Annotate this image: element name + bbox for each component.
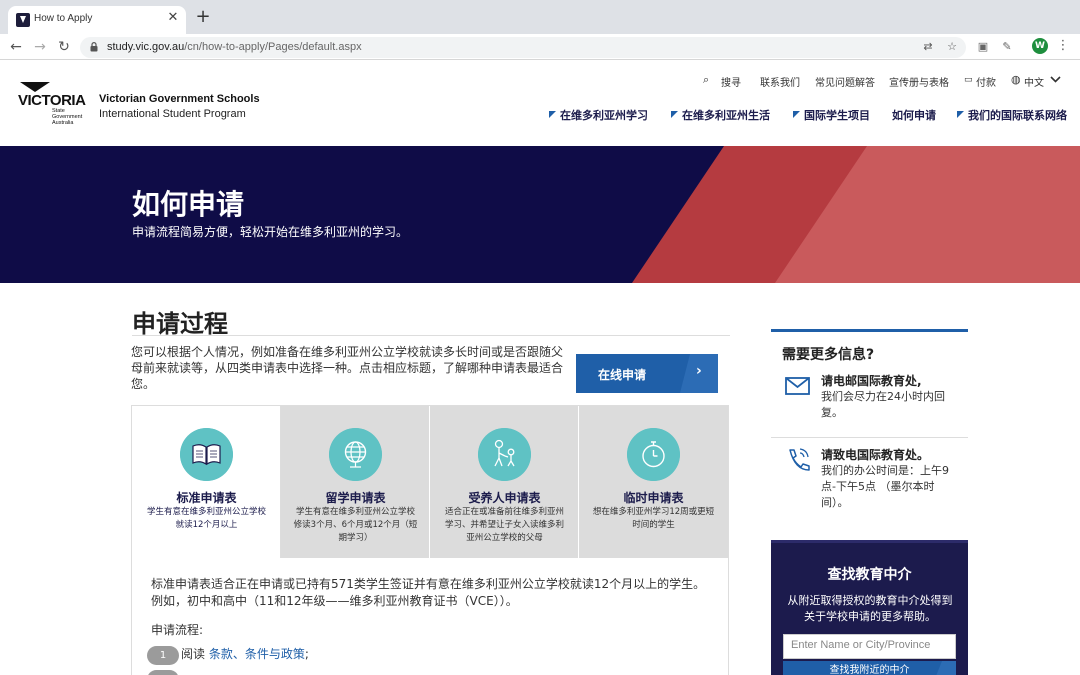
- more-info-box: 需要更多信息? 请电邮国际教育处, 我们会尽力在24小时内回复。 请致电国际教育…: [771, 329, 968, 525]
- tab-study-abroad-form[interactable]: 留学申请表 学生有意在维多利亚州公立学校修读3个月、6个月或12个月（短期学习）: [281, 406, 430, 558]
- forward-arrow-icon[interactable]: →: [30, 37, 50, 57]
- page-subtitle: 申请流程简易方便，轻松开始在维多利亚州的学习。: [132, 225, 409, 239]
- stopwatch-icon: [627, 428, 680, 481]
- card-icon: ▭: [964, 75, 973, 85]
- chevron-right-icon: ›: [680, 354, 718, 393]
- language-selector[interactable]: 中文: [1024, 74, 1044, 89]
- url-text: study.vic.gov.au/cn/how-to-apply/Pages/d…: [107, 41, 362, 53]
- nav-study-in-victoria[interactable]: 在维多利亚州学习: [560, 107, 648, 123]
- util-link-faq[interactable]: 常见问题解答: [815, 74, 875, 89]
- tab-title: How to Apply: [34, 13, 93, 24]
- tab-dependant-form[interactable]: 受养人申请表 适合正在或准备前往维多利亚州学习、并希望让子女入读维多利亚州公立学…: [430, 406, 579, 558]
- util-link-brochures[interactable]: 宣传册与表格: [889, 74, 949, 89]
- util-link-contact[interactable]: 联系我们: [760, 74, 800, 89]
- browser-tabstrip: How to Apply ✕ +: [0, 0, 1080, 34]
- terms-conditions-link[interactable]: 条款、条件与政策: [209, 647, 305, 661]
- divider: [771, 437, 968, 438]
- envelope-icon: [785, 377, 810, 395]
- tab-standard-form[interactable]: 标准申请表 学生有意在维多利亚州公立学校就读12个月以上: [132, 406, 281, 558]
- application-form-tabs: 标准申请表 学生有意在维多利亚州公立学校就读12个月以上 留学申请表 学生有意在…: [131, 405, 729, 558]
- site-header: VICTORIA State Government Australia Victor…: [0, 60, 1080, 146]
- nav-live-in-victoria[interactable]: 在维多利亚州生活: [682, 107, 770, 123]
- hero-banner: 如何申请 申请流程简易方便，轻松开始在维多利亚州的学习。: [0, 146, 1080, 283]
- nav-international-programs[interactable]: 国际学生项目: [804, 107, 870, 123]
- site-favicon-icon: [16, 13, 30, 27]
- globe-language-icon: ◍: [1011, 73, 1021, 86]
- step-number-badge: [147, 670, 179, 675]
- find-agent-text: 从附近取得授权的教育中介处得到关于学校申请的更多帮助。: [787, 594, 953, 623]
- section-divider: [132, 335, 730, 336]
- step-number-badge: 1: [147, 646, 179, 665]
- find-agent-title: 查找教育中介: [827, 567, 912, 583]
- more-info-title: 需要更多信息?: [782, 347, 875, 363]
- brand-subtitle[interactable]: International Student Program: [99, 108, 246, 120]
- close-tab-icon[interactable]: ✕: [166, 11, 180, 25]
- lock-icon: [90, 42, 98, 52]
- profile-avatar[interactable]: W: [1032, 38, 1048, 54]
- reload-icon[interactable]: ↻: [54, 37, 74, 57]
- browser-tab[interactable]: How to Apply ✕: [8, 6, 186, 34]
- nav-flag-icon: [549, 111, 556, 118]
- eyedropper-extension-icon[interactable]: ✎: [999, 39, 1015, 55]
- util-link-payment[interactable]: 付款: [976, 74, 996, 89]
- find-agent-box: 查找教育中介 从附近取得授权的教育中介处得到关于学校申请的更多帮助。 Enter…: [771, 540, 968, 675]
- nav-international-network[interactable]: 我们的国际联系网络: [968, 107, 1067, 123]
- find-agent-button[interactable]: 查找我附近的中介: [783, 661, 956, 675]
- nav-flag-icon: [793, 111, 800, 118]
- brand-title[interactable]: Victorian Government Schools: [99, 93, 260, 105]
- phone-icon: [789, 448, 810, 471]
- section-title: 申请过程: [132, 310, 228, 338]
- agent-search-input[interactable]: Enter Name or City/Province: [783, 634, 956, 659]
- back-arrow-icon[interactable]: ←: [6, 37, 26, 57]
- address-bar[interactable]: study.vic.gov.au/cn/how-to-apply/Pages/d…: [80, 37, 966, 58]
- nav-flag-icon: [957, 111, 964, 118]
- util-link-search[interactable]: 搜寻: [721, 74, 741, 89]
- image-extension-icon[interactable]: ▣: [975, 39, 991, 55]
- tab-temporary-form[interactable]: 临时申请表 想在维多利亚州学习12周或更短时间的学生: [579, 406, 728, 558]
- new-tab-icon[interactable]: +: [194, 8, 212, 26]
- search-icon[interactable]: ⌕: [703, 73, 709, 87]
- browser-toolbar: ← → ↻ study.vic.gov.au/cn/how-to-apply/P…: [0, 34, 1080, 60]
- book-icon: [180, 428, 233, 481]
- star-bookmark-icon[interactable]: ☆: [944, 39, 960, 55]
- parent-child-icon: [478, 428, 531, 481]
- nav-flag-icon: [671, 111, 678, 118]
- chevron-right-icon: [934, 661, 956, 675]
- browser-menu-icon[interactable]: ⋮: [1056, 38, 1070, 54]
- victoria-state-logo[interactable]: VICTORIA State Government Australia: [18, 82, 92, 126]
- translate-icon[interactable]: ⇄: [920, 39, 936, 55]
- page-title: 如何申请: [132, 188, 245, 221]
- intro-paragraph: 您可以根据个人情况，例如准备在维多利亚州公立学校就读多长时间或是否跟随父母前来就…: [131, 345, 564, 391]
- logo-triangle-icon: [20, 82, 50, 92]
- apply-online-button[interactable]: 在线申请 ›: [576, 354, 718, 393]
- process-label: 申请流程:: [151, 623, 204, 637]
- nav-how-to-apply[interactable]: 如何申请: [892, 107, 936, 123]
- chevron-down-icon[interactable]: [1050, 76, 1061, 83]
- globe-icon: [329, 428, 382, 481]
- standard-form-description: 标准申请表适合正在申请或已持有571类学生签证并有意在维多利亚州公立学校就读12…: [151, 577, 706, 608]
